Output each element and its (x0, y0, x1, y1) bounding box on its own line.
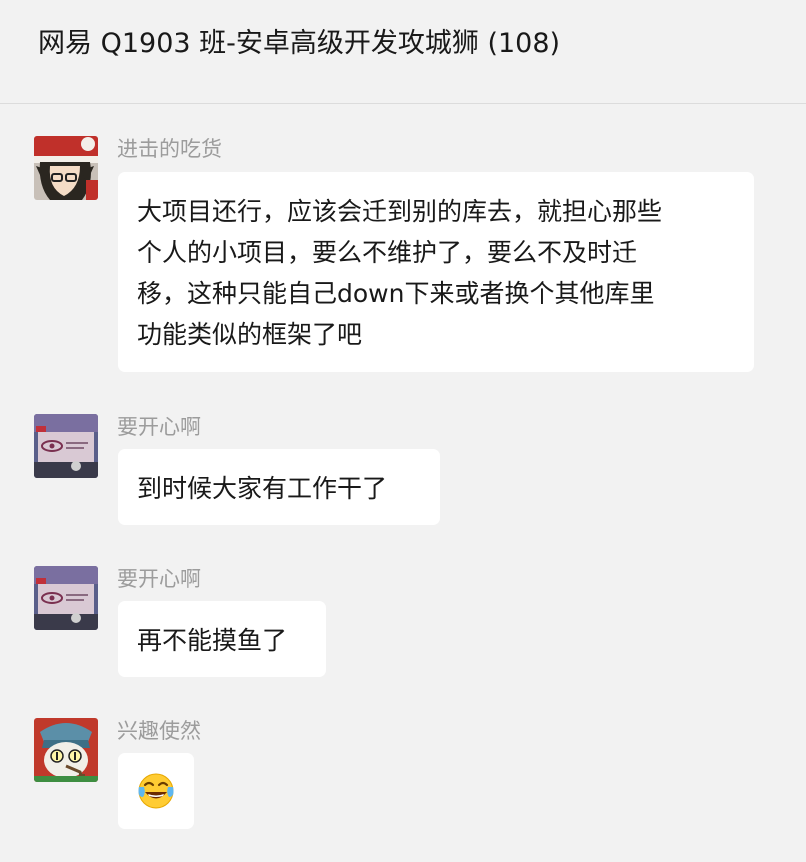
sender-name: 要开心啊 (117, 415, 201, 439)
cat-with-hat-pipe-avatar[interactable] (34, 718, 98, 782)
message-line: 到时候大家有工作干了 (137, 474, 388, 503)
message-bubble[interactable]: 到时候大家有工作干了 (118, 449, 440, 525)
sender-name: 兴趣使然 (117, 719, 201, 743)
sender-name: 进击的吃货 (117, 137, 222, 161)
chat-header: 网易 Q1903 班-安卓高级开发攻城狮 (108) (0, 0, 806, 104)
chat-title: 网易 Q1903 班-安卓高级开发攻城狮 (108) (38, 28, 561, 59)
eye-poster-avatar[interactable] (34, 566, 98, 630)
message-bubble[interactable]: 再不能摸鱼了 (118, 601, 326, 677)
tears-of-joy-emoji (138, 773, 174, 809)
message-bubble[interactable]: 大项目还行，应该会迁到别的库去，就担心那些 个人的小项目，要么不维护了，要么不及… (118, 172, 754, 372)
anime-boy-santa-hat-avatar[interactable] (34, 136, 98, 200)
message-line: 移，这种只能自己down下来或者换个其他库里 (137, 279, 655, 308)
message-line: 个人的小项目，要么不维护了，要么不及时迁 (137, 238, 638, 267)
message-line: 再不能摸鱼了 (137, 626, 288, 655)
message-line: 功能类似的框架了吧 (137, 320, 363, 349)
message-line: 大项目还行，应该会迁到别的库去，就担心那些 (137, 197, 663, 226)
message-bubble[interactable] (118, 753, 194, 829)
sender-name: 要开心啊 (117, 567, 201, 591)
eye-poster-avatar[interactable] (34, 414, 98, 478)
